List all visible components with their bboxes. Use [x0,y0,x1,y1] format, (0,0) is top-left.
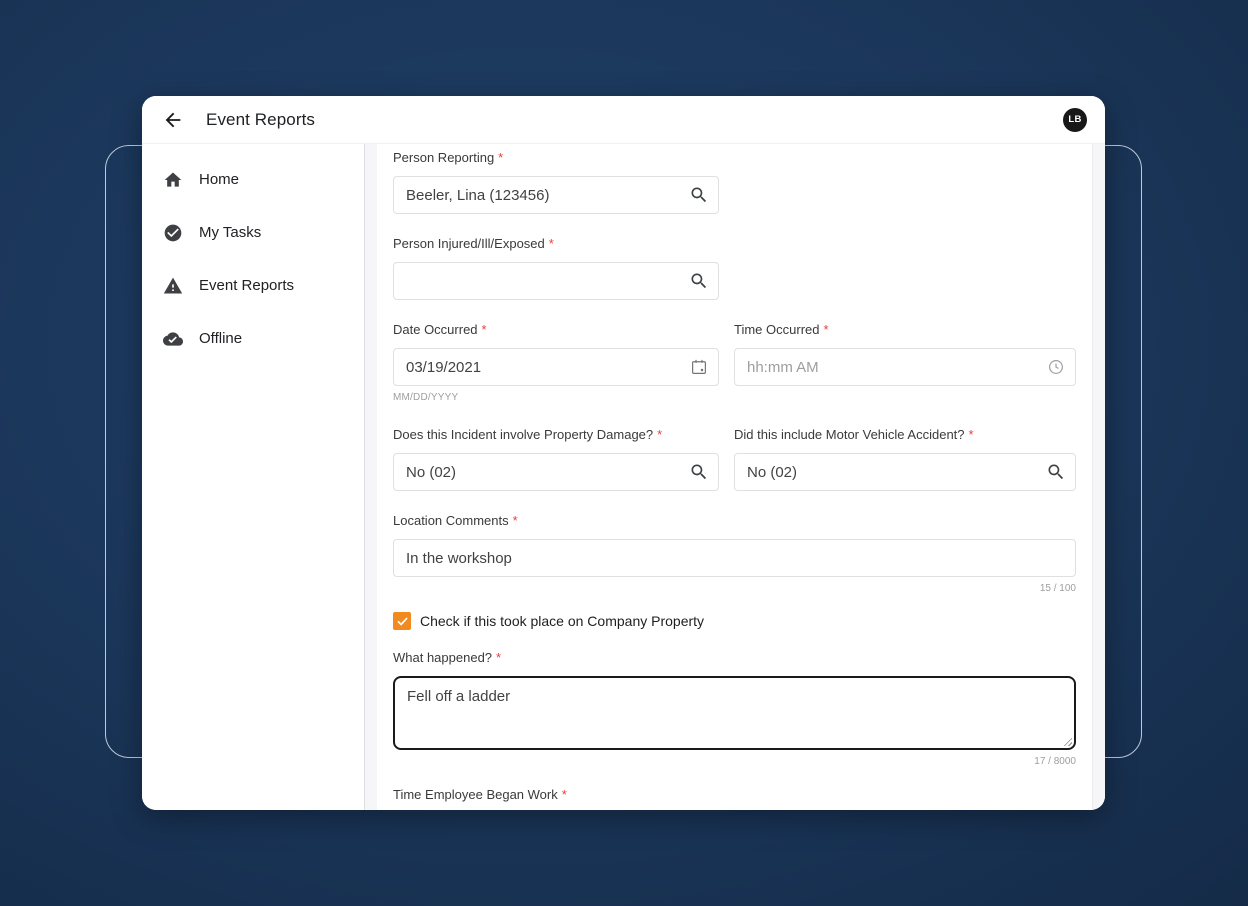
sidebar-item-offline[interactable]: Offline [142,312,364,365]
cloud-done-icon [163,329,183,349]
sidebar-item-event-reports[interactable]: Event Reports [142,259,364,312]
sidebar-divider [364,144,377,810]
scrollbar-track[interactable] [1092,144,1105,810]
search-icon[interactable] [1046,462,1066,482]
required-asterisk: * [482,322,487,337]
sidebar-item-home[interactable]: Home [142,153,364,206]
time-began-work-label: Time Employee Began Work* [393,787,1076,803]
motor-vehicle-input[interactable] [734,453,1076,491]
sidebar-item-my-tasks[interactable]: My Tasks [142,206,364,259]
required-asterisk: * [498,150,503,165]
person-injured-input[interactable] [393,262,719,300]
back-button[interactable] [160,107,186,133]
page-title: Event Reports [206,110,315,130]
app-header: Event Reports LB [142,96,1105,144]
calendar-icon[interactable] [689,357,709,377]
required-asterisk: * [549,236,554,251]
what-happened-counter: 17 / 8000 [393,756,1076,767]
checkbox-checked-icon[interactable] [393,612,411,630]
property-damage-label: Does this Incident involve Property Dama… [393,427,719,443]
app-window: Event Reports LB Home My Tasks Event [142,96,1105,810]
warning-triangle-icon [163,276,183,296]
search-icon[interactable] [689,185,709,205]
location-comments-label: Location Comments* [393,513,1076,529]
clock-icon[interactable] [1046,357,1066,377]
required-asterisk: * [969,427,974,442]
company-property-checkbox-row[interactable]: Check if this took place on Company Prop… [393,612,1076,630]
date-format-helper: MM/DD/YYYY [393,392,719,403]
property-damage-input[interactable] [393,453,719,491]
person-reporting-label: Person Reporting* [393,150,1076,166]
person-reporting-input[interactable] [393,176,719,214]
search-icon[interactable] [689,462,709,482]
sidebar-item-label: Offline [199,330,242,347]
what-happened-label: What happened?* [393,650,1076,666]
company-property-checkbox-label: Check if this took place on Company Prop… [420,613,704,629]
required-asterisk: * [496,650,501,665]
date-occurred-input[interactable] [393,348,719,386]
sidebar: Home My Tasks Event Reports Offline [142,144,364,810]
arrow-left-icon [162,109,184,131]
what-happened-textarea[interactable]: Fell off a ladder [393,676,1076,750]
location-comments-input[interactable] [393,539,1076,577]
search-icon[interactable] [689,271,709,291]
required-asterisk: * [513,513,518,528]
check-circle-icon [163,223,183,243]
home-icon [163,170,183,190]
sidebar-item-label: Event Reports [199,277,294,294]
location-comments-counter: 15 / 100 [393,583,1076,594]
required-asterisk: * [823,322,828,337]
required-asterisk: * [562,787,567,802]
avatar[interactable]: LB [1063,108,1087,132]
motor-vehicle-label: Did this include Motor Vehicle Accident?… [734,427,1076,443]
required-asterisk: * [657,427,662,442]
sidebar-item-label: My Tasks [199,224,261,241]
sidebar-item-label: Home [199,171,239,188]
date-occurred-label: Date Occurred* [393,322,719,338]
person-injured-label: Person Injured/Ill/Exposed* [393,236,1076,252]
event-report-form: Person Reporting* Person Injured/Ill/Exp… [377,144,1092,810]
time-occurred-label: Time Occurred* [734,322,1076,338]
time-occurred-input[interactable] [734,348,1076,386]
